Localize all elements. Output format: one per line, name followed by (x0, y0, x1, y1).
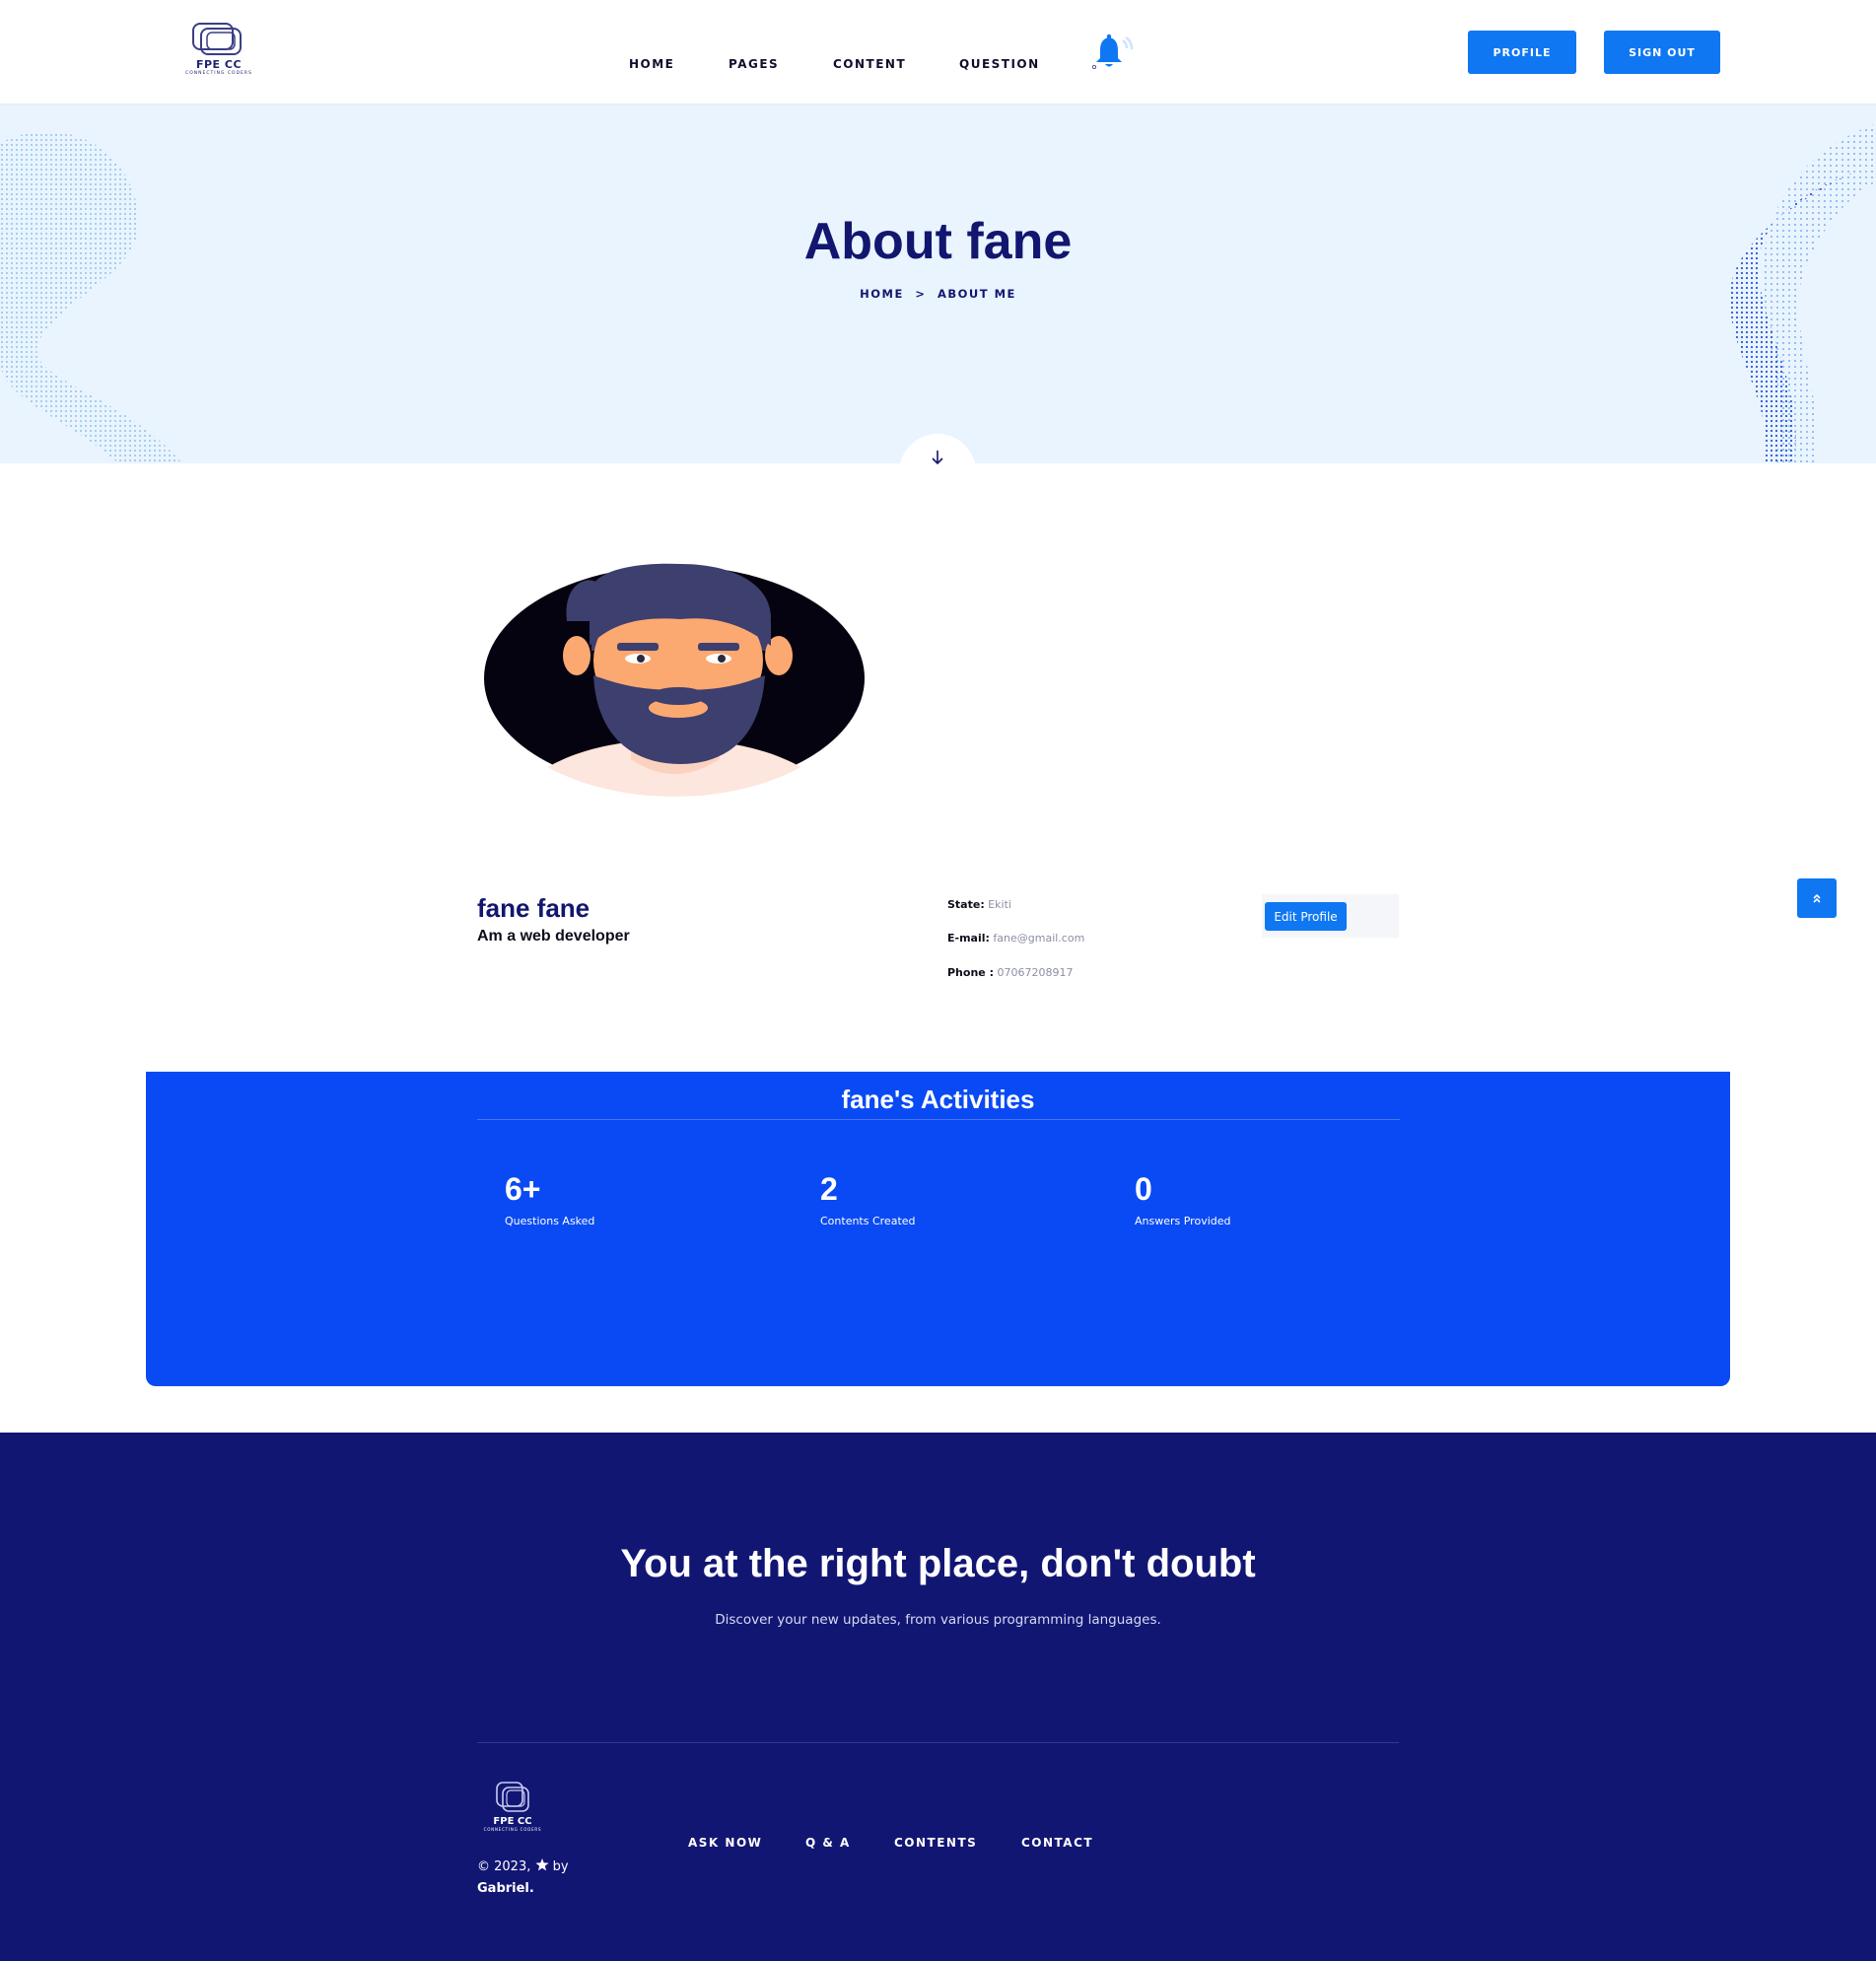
logo-icon (496, 1782, 529, 1812)
profile-phone: Phone : 07067208917 (947, 966, 1073, 979)
stat-label: Questions Asked (505, 1215, 595, 1227)
footer-heading: You at the right place, don't doubt (620, 1542, 1256, 1585)
stat-value: 6+ (505, 1171, 541, 1207)
dotted-wave-left-decoration (0, 131, 182, 463)
state-label: State: (947, 898, 985, 911)
logo-tagline: CONNECTING CODERS (185, 71, 252, 76)
footer-logo-tagline: CONNECTING CODERS (483, 1827, 542, 1832)
stat-answers: 0 Answers Provided (1135, 1170, 1231, 1227)
breadcrumb-current: ABOUT ME (937, 287, 1016, 301)
top-navbar: FPE CC CONNECTING CODERS HOME PAGES CONT… (0, 0, 1876, 104)
breadcrumb-separator: > (915, 287, 927, 301)
nav-home[interactable]: HOME (629, 57, 674, 71)
breadcrumb-home[interactable]: HOME (860, 287, 904, 301)
dotted-wave-right-decoration (1729, 123, 1876, 463)
star-icon (534, 1858, 549, 1871)
stat-questions: 6+ Questions Asked (505, 1170, 594, 1227)
double-chevron-up-icon (1813, 893, 1821, 903)
sign-out-button[interactable]: SIGN OUT (1604, 31, 1720, 74)
nav-content[interactable]: CONTENT (833, 57, 906, 71)
edit-profile-container: Edit Profile (1262, 894, 1399, 938)
activities-title: fane's Activities (841, 1085, 1035, 1114)
stat-label: Answers Provided (1135, 1215, 1231, 1227)
notifications-button[interactable] (1090, 32, 1136, 71)
footer-link-ask-now[interactable]: ASK NOW (688, 1836, 762, 1850)
copyright-prefix: © 2023, (477, 1859, 531, 1874)
footer-divider (477, 1742, 1399, 1743)
footer-logo[interactable]: FPE CC CONNECTING CODERS (477, 1773, 548, 1844)
scroll-to-top-button[interactable] (1797, 878, 1837, 918)
logo-brand: FPE CC (195, 58, 243, 71)
footer-link-q-and-a[interactable]: Q & A (805, 1836, 851, 1850)
arrow-down-icon (932, 451, 943, 465)
profile-button[interactable]: PROFILE (1468, 31, 1576, 74)
nav-pages[interactable]: PAGES (729, 57, 779, 71)
page-title: About fane (803, 213, 1073, 270)
profile-avatar (483, 562, 868, 804)
edit-profile-button[interactable]: Edit Profile (1265, 902, 1347, 931)
nav-question[interactable]: QUESTION (959, 57, 1040, 71)
activities-divider (477, 1119, 1400, 1120)
email-value: fane@gmail.com (993, 932, 1085, 945)
profile-name: fane fane (477, 893, 591, 923)
activities-panel: fane's Activities 6+ Questions Asked 2 C… (146, 1072, 1730, 1386)
profile-state: State: Ekiti (947, 898, 1011, 911)
state-value: Ekiti (988, 898, 1011, 911)
phone-value: 07067208917 (997, 966, 1074, 979)
profile-bio: Am a web developer (477, 928, 630, 945)
phone-label: Phone : (947, 966, 994, 979)
copyright: © 2023, by Gabriel. (477, 1856, 569, 1900)
stat-value: 2 (820, 1171, 838, 1207)
footer-link-contents[interactable]: CONTENTS (894, 1836, 977, 1850)
site-logo[interactable]: FPE CC CONNECTING CODERS (170, 20, 268, 85)
breadcrumb: HOME > ABOUT ME (0, 287, 1876, 301)
stat-value: 0 (1135, 1171, 1152, 1207)
stat-label: Contents Created (820, 1215, 916, 1227)
copyright-by: by (552, 1859, 569, 1874)
page-hero: About fane HOME > ABOUT ME (0, 104, 1876, 463)
footer-subtext: Discover your new updates, from various … (715, 1612, 1161, 1628)
site-footer: You at the right place, don't doubt Disc… (0, 1433, 1876, 1961)
footer-link-contact[interactable]: CONTACT (1021, 1836, 1093, 1850)
footer-logo-brand: FPE CC (493, 1816, 532, 1827)
logo-icon (192, 23, 242, 55)
email-label: E-mail: (947, 932, 990, 945)
stat-contents: 2 Contents Created (820, 1170, 916, 1227)
copyright-author: Gabriel. (477, 1881, 534, 1896)
profile-email: E-mail: fane@gmail.com (947, 932, 1084, 945)
bell-icon (1092, 34, 1134, 70)
